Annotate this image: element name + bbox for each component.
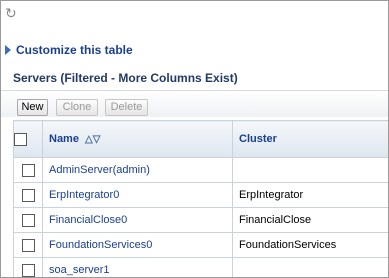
column-header-name[interactable]: Name △▽ xyxy=(42,120,233,158)
server-name-link[interactable]: FinancialClose0 xyxy=(49,214,127,226)
table-toolbar: New Clone Delete xyxy=(1,90,388,117)
new-button[interactable]: New xyxy=(17,99,48,116)
cluster-cell: ErpIntegrator xyxy=(232,182,388,208)
delete-button: Delete xyxy=(105,99,148,116)
column-header-name-label[interactable]: Name xyxy=(49,133,79,145)
table-header-row: Name △▽ Cluster xyxy=(13,120,388,158)
server-name-link[interactable]: AdminServer(admin) xyxy=(49,164,150,176)
row-checkbox[interactable] xyxy=(21,238,35,252)
server-name-cell: soa_server1 xyxy=(42,257,233,277)
refresh-icon[interactable]: ↻ xyxy=(5,6,19,20)
row-select-cell xyxy=(13,207,43,233)
row-select-cell xyxy=(13,232,43,258)
column-header-cluster[interactable]: Cluster xyxy=(232,120,388,158)
server-name-link[interactable]: ErpIntegrator0 xyxy=(49,189,119,201)
row-checkbox[interactable] xyxy=(21,188,35,202)
server-name-cell: AdminServer(admin) xyxy=(42,157,233,183)
row-select-cell xyxy=(13,157,43,183)
cluster-cell xyxy=(232,157,388,183)
select-all-cell xyxy=(13,120,43,158)
row-checkbox[interactable] xyxy=(21,213,35,227)
select-all-checkbox[interactable] xyxy=(14,132,27,146)
server-name-link[interactable]: soa_server1 xyxy=(49,264,110,276)
table-row: ErpIntegrator0 ErpIntegrator xyxy=(13,182,388,208)
server-name-cell: FinancialClose0 xyxy=(42,207,233,233)
table-row: FinancialClose0 FinancialClose xyxy=(13,207,388,233)
row-select-cell xyxy=(13,182,43,208)
row-checkbox[interactable] xyxy=(21,263,35,277)
table-row: soa_server1 xyxy=(13,257,388,277)
section-title: Servers (Filtered - More Columns Exist) xyxy=(13,71,238,85)
sort-ascending-icon[interactable]: △▽ xyxy=(85,134,100,145)
cluster-cell xyxy=(232,257,388,277)
row-checkbox[interactable] xyxy=(21,163,35,177)
servers-table: Name △▽ Cluster AdminServer(admin) ErpIn… xyxy=(13,120,388,277)
column-header-cluster-label[interactable]: Cluster xyxy=(239,133,277,145)
table-row: FoundationServices0 FoundationServices xyxy=(13,232,388,258)
clone-button: Clone xyxy=(56,99,98,116)
cluster-cell: FinancialClose xyxy=(232,207,388,233)
servers-panel: ↻ Customize this table Servers (Filtered… xyxy=(0,0,389,278)
server-name-link[interactable]: FoundationServices0 xyxy=(49,239,152,251)
server-name-cell: FoundationServices0 xyxy=(42,232,233,258)
table-row: AdminServer(admin) xyxy=(13,157,388,183)
disclosure-triangle-icon[interactable] xyxy=(5,45,11,55)
customize-table-link[interactable]: Customize this table xyxy=(16,43,133,57)
customize-table-toggle[interactable]: Customize this table xyxy=(5,42,133,58)
cluster-cell: FoundationServices xyxy=(232,232,388,258)
row-select-cell xyxy=(13,257,43,277)
server-name-cell: ErpIntegrator0 xyxy=(42,182,233,208)
